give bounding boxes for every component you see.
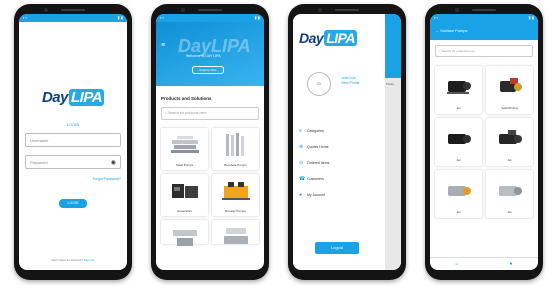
cart-icon: ⊕ <box>299 144 304 150</box>
brand-logo: Day LIPA <box>41 89 105 106</box>
eye-icon[interactable]: ◉ <box>111 156 116 170</box>
category-card[interactable]: Generators <box>161 174 208 216</box>
products-screen: ▪ ▪ ▮ ▮ ← Surface Pumps ⌕ Search for prod… <box>430 14 538 270</box>
hero-banner: ≡ DayLIPA Welcome to DAY LIPA Explore No… <box>156 22 264 86</box>
status-bar: ▪ ▪ ▮ ▮ <box>19 14 127 22</box>
list-icon: ≡ <box>299 128 302 134</box>
product-label: Jet <box>456 158 461 162</box>
pump-image <box>500 78 522 92</box>
speaker-grille <box>335 9 359 11</box>
booster-pump-image <box>222 182 250 200</box>
product-card[interactable]: Jet <box>435 170 482 218</box>
bottom-nav: ⌂ ● <box>430 257 538 270</box>
phone-icon: ☎ <box>299 176 306 182</box>
pump-image <box>499 186 522 196</box>
background-content: Produ <box>385 14 401 270</box>
speaker-grille <box>61 9 85 11</box>
phone-drawer: Produ Day LIPA JD John Doe View Profile ≡… <box>288 4 406 280</box>
history-icon: ⊙ <box>299 160 304 166</box>
login-title: LOGIN <box>66 122 80 127</box>
phone-login: ▪ ▪ ▮ ▮ Day LIPA LOGIN Username Password ◉… <box>14 4 132 280</box>
product-card[interactable]: Self-Priming <box>486 66 533 114</box>
borehole-pump-image <box>226 133 244 156</box>
menu-item-quotes[interactable]: ⊕ Quotes Home <box>299 144 329 150</box>
user-info[interactable]: John Doe View Profile <box>341 76 359 86</box>
product-card[interactable]: Jet <box>435 118 482 166</box>
drawer-screen: Produ Day LIPA JD John Doe View Profile ≡… <box>293 14 401 270</box>
menu-icon[interactable]: ≡ <box>161 42 165 49</box>
menu-item-ordered[interactable]: ⊙ Ordered Items <box>299 160 329 166</box>
category-card[interactable] <box>212 220 259 244</box>
pipes-image <box>171 136 199 153</box>
camera-icon <box>455 8 459 12</box>
login-button[interactable]: LOGIN <box>59 199 87 208</box>
menu-item-account[interactable]: ● My Account <box>299 192 325 198</box>
phone-home: ▪ ▪ ▮ ▮ ≡ DayLIPA Welcome to DAY LIPA Exp… <box>151 4 269 280</box>
logout-button[interactable]: Logout <box>315 242 359 254</box>
forgot-password-link[interactable]: Forgot Password? <box>93 177 121 181</box>
product-image <box>224 228 248 244</box>
camera-icon <box>44 8 48 12</box>
camera-icon <box>181 8 185 12</box>
category-card[interactable]: Solar Pumps <box>161 128 208 170</box>
product-label: Self-Priming <box>501 106 518 110</box>
speaker-grille <box>198 9 222 11</box>
category-card[interactable]: Borehole Pumps <box>212 128 259 170</box>
signup-footer: Don't have an account? Sign Up <box>51 258 95 262</box>
phone-products: ▪ ▪ ▮ ▮ ← Surface Pumps ⌕ Search for prod… <box>425 4 543 280</box>
product-card[interactable]: Jet <box>486 118 533 166</box>
signup-link[interactable]: Sign Up <box>84 258 95 262</box>
category-card[interactable]: Booster Pumps <box>212 174 259 216</box>
category-card[interactable] <box>161 220 208 246</box>
login-screen: ▪ ▪ ▮ ▮ Day LIPA LOGIN Username Password ◉… <box>19 14 127 270</box>
page-title: Surface Pumps <box>440 28 468 33</box>
product-label: Jet <box>507 158 512 162</box>
brand-logo: Day LIPA <box>299 30 358 46</box>
card-label: Generators <box>176 209 192 213</box>
product-label: Jet <box>456 106 461 110</box>
status-bar: ▪ ▪ ▮ ▮ <box>156 14 264 22</box>
home-icon[interactable]: ⌂ <box>455 261 458 267</box>
menu-item-categories[interactable]: ≡ Categories <box>299 128 324 134</box>
app-bar: ← Surface Pumps <box>430 22 538 40</box>
card-label: Borehole Pumps <box>224 163 247 167</box>
dot-icon[interactable]: ● <box>509 261 512 267</box>
product-label: Jet <box>507 210 512 214</box>
section-title: Products and Solutions <box>161 96 212 101</box>
nav-drawer: Day LIPA JD John Doe View Profile ≡ Catego… <box>293 14 385 270</box>
card-label: Solar Pumps <box>175 163 194 167</box>
product-grid: Jet Self-Priming Jet Jet Jet Jet <box>430 62 538 218</box>
pump-image <box>447 81 471 94</box>
generator-image <box>172 184 198 198</box>
pump-image <box>448 134 471 144</box>
avatar[interactable]: JD <box>307 72 331 96</box>
password-field[interactable]: Password ◉ <box>25 155 121 169</box>
product-card[interactable]: Jet <box>486 170 533 218</box>
pump-image <box>499 130 522 144</box>
camera-icon <box>318 8 322 12</box>
user-icon: ● <box>299 192 303 198</box>
product-card[interactable]: Jet <box>435 66 482 114</box>
search-input[interactable]: ⌕ Search for products here <box>435 45 533 57</box>
card-label: Booster Pumps <box>225 209 246 213</box>
speaker-grille <box>472 9 496 11</box>
product-label: Jet <box>456 210 461 214</box>
search-input[interactable]: ⌕ Search for products here <box>161 107 259 120</box>
username-field[interactable]: Username <box>25 133 121 147</box>
welcome-text: Welcome to DAY LIPA <box>186 54 221 58</box>
pump-image <box>448 186 471 196</box>
menu-item-customers[interactable]: ☎ Customers <box>299 176 324 182</box>
category-grid: Solar Pumps Borehole Pumps Generators Bo… <box>156 120 264 246</box>
home-screen: ▪ ▪ ▮ ▮ ≡ DayLIPA Welcome to DAY LIPA Exp… <box>156 14 264 270</box>
explore-button[interactable]: Explore Now <box>192 66 224 74</box>
product-image <box>173 230 197 246</box>
status-bar: ▪ ▪ ▮ ▮ <box>430 14 538 22</box>
